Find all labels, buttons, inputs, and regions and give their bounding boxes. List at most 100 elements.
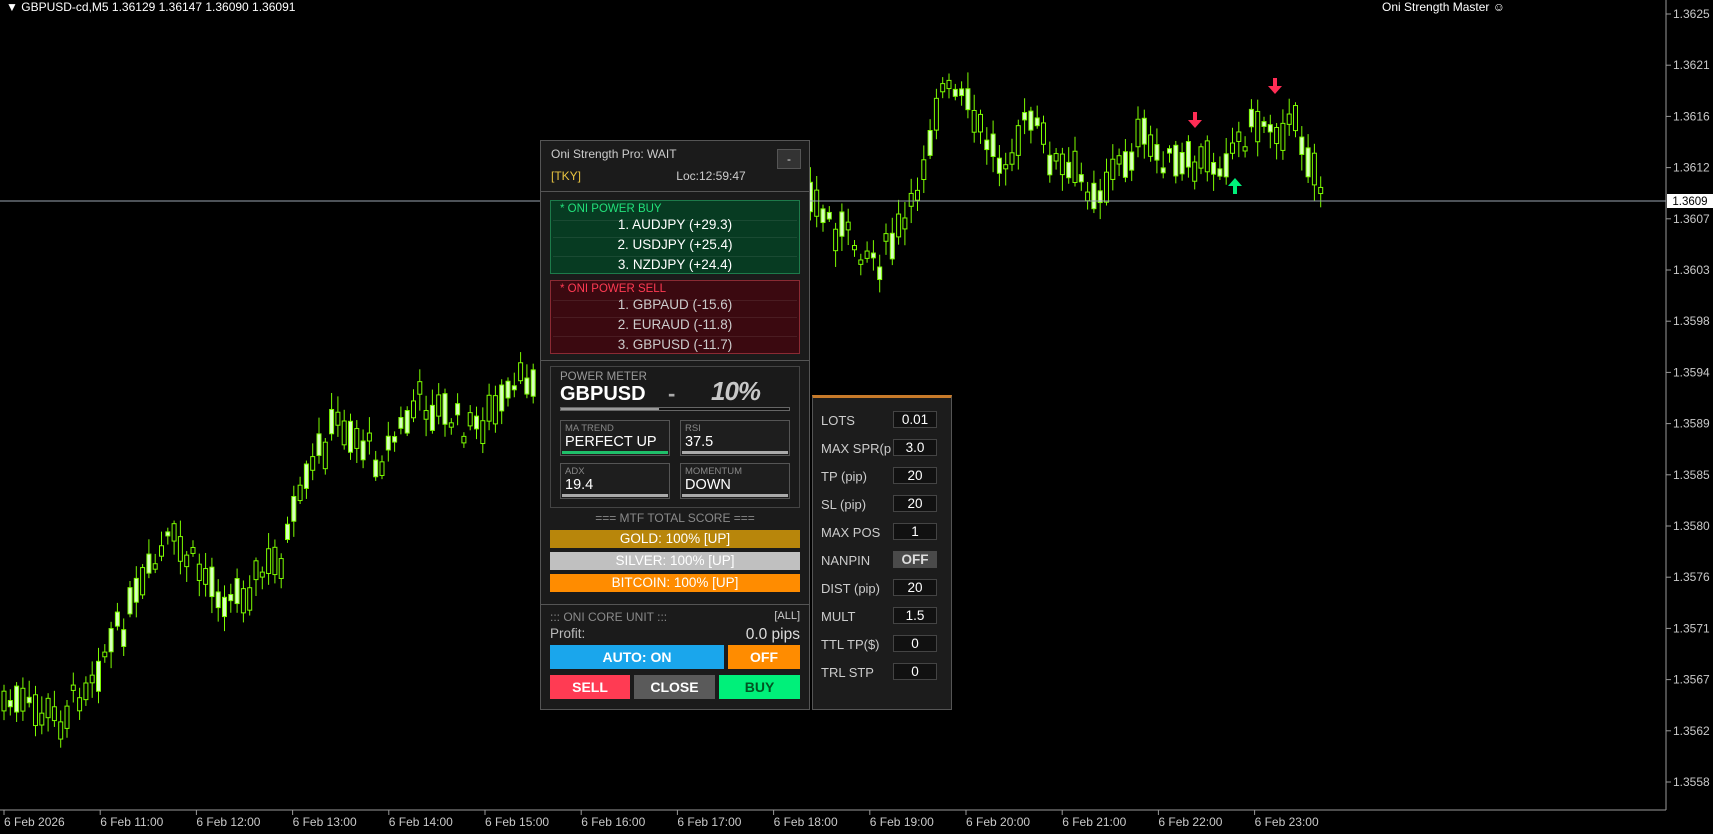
candle-body (417, 381, 423, 395)
candle-body (114, 611, 120, 627)
adx-value: 19.4 (565, 477, 594, 493)
candle-body (921, 159, 927, 181)
nanpin-toggle[interactable]: OFF (893, 551, 937, 568)
candle-body (1293, 105, 1298, 132)
momentum-box: MOMENTUM DOWN (680, 463, 790, 499)
chart-dropdown-icon[interactable]: ▼ (6, 0, 18, 14)
buy-button[interactable]: BUY (719, 675, 800, 699)
time-tick-label: 6 Feb 14:00 (389, 815, 453, 829)
candle-body (984, 139, 990, 151)
candle-body (870, 252, 876, 259)
core-unit-title: ::: ONI CORE UNIT ::: (550, 610, 668, 624)
price-tick-label: 1.3621 (1673, 58, 1710, 72)
candle-body (209, 566, 215, 598)
auto-off-button[interactable]: OFF (728, 645, 800, 669)
candle-body (814, 189, 820, 217)
price-tick-label: 1.3603 (1673, 263, 1710, 277)
current-price-text: 1.3609 (1672, 196, 1707, 208)
sell-arrow-icon (1268, 78, 1282, 94)
time-axis[interactable]: 6 Feb 2026 6 Feb 11:00 6 Feb 12:00 6 Feb 13… (3, 810, 1319, 829)
candle-body (423, 410, 429, 420)
candle-body (303, 463, 309, 489)
time-tick-label: 6 Feb 19:00 (870, 815, 934, 829)
candle-body (1318, 186, 1324, 195)
mtf-bitcoin-bar: BITCOIN: 100% [UP] (550, 574, 800, 592)
candle-body (297, 484, 303, 502)
candle-body (915, 189, 920, 201)
profit-value: 0.0 pips (745, 626, 800, 643)
candle-body (1248, 108, 1254, 128)
header-divider (541, 191, 809, 192)
ma-trend-box: MA TREND PERFECT UP (560, 420, 670, 456)
ea-name-label[interactable]: Oni Strength Master ☺ (1382, 0, 1505, 14)
rsi-underline (682, 451, 788, 454)
power-sell-item-1: 1. GBPAUD (-15.6) (617, 297, 733, 312)
time-tick-label: 6 Feb 21:00 (1062, 815, 1126, 829)
candle-body (1047, 154, 1053, 176)
price-tick-label: 1.3612 (1673, 161, 1710, 175)
auto-on-button[interactable]: AUTO: ON (550, 645, 724, 669)
max-pos-label: MAX POS (821, 525, 881, 540)
adx-label: ADX (565, 466, 585, 477)
time-tick-label: 6 Feb 15:00 (485, 815, 549, 829)
candle-body (291, 495, 297, 522)
trl-stp-input[interactable]: 0 (893, 663, 937, 680)
candle-body (348, 420, 353, 453)
tp-input[interactable]: 20 (893, 467, 937, 484)
candle-body (83, 682, 89, 701)
lots-input[interactable]: 0.01 (893, 411, 937, 428)
power-sell-title: * ONI POWER SELL (560, 283, 667, 295)
candle-body (1078, 174, 1084, 183)
candle-body (896, 213, 902, 238)
candle-body (39, 712, 45, 726)
setting-sl: SL (pip) 20 (821, 495, 945, 513)
candle-body (20, 687, 26, 712)
candle-body (1022, 112, 1028, 121)
candle-body (45, 697, 51, 719)
power-sell-item-2: 2. EURAUD (-11.8) (617, 317, 733, 332)
candle-body (366, 432, 372, 442)
trl-stp-label: TRL STP (821, 665, 874, 680)
session-label: [TKY] (551, 169, 582, 183)
candle-body (448, 422, 454, 428)
ma-trend-value: PERFECT UP (565, 434, 657, 450)
minimize-button[interactable]: - (777, 149, 801, 169)
candle-body (429, 404, 435, 431)
max-pos-input[interactable]: 1 (893, 523, 937, 540)
candle-body (234, 578, 240, 605)
setting-nanpin: NANPIN OFF (821, 551, 945, 569)
candle-body (247, 587, 253, 611)
time-tick-label: 6 Feb 17:00 (677, 815, 741, 829)
ttl-tp-input[interactable]: 0 (893, 635, 937, 652)
momentum-label: MOMENTUM (685, 466, 742, 477)
power-buy-title: * ONI POWER BUY (560, 203, 662, 215)
panel-title: Oni Strength Pro: WAIT (551, 147, 677, 161)
candle-body (285, 523, 290, 541)
price-axis[interactable]: 1.3625 1.3621 1.3616 1.3612 1.3607 1.3603 1.35… (1666, 7, 1710, 789)
candle-body (26, 696, 32, 704)
candle-body (474, 415, 479, 430)
close-button[interactable]: CLOSE (634, 675, 715, 699)
candle-body (839, 211, 845, 237)
section-divider (541, 360, 809, 361)
max-spread-input[interactable]: 3.0 (893, 439, 937, 456)
sell-button[interactable]: SELL (550, 675, 630, 699)
candle-body (240, 588, 246, 614)
candle-body (833, 228, 839, 252)
candle-body (108, 628, 114, 653)
candle-body (360, 440, 366, 461)
candle-body (883, 233, 889, 242)
candle-body (228, 594, 234, 602)
mult-input[interactable]: 1.5 (893, 607, 937, 624)
ma-trend-label: MA TREND (565, 423, 614, 434)
symbol-info-text: GBPUSD-cd,M5 1.36129 1.36147 1.36090 1.3… (21, 0, 296, 14)
rsi-value: 37.5 (685, 434, 714, 450)
all-scope-toggle[interactable]: [ALL] (774, 610, 800, 622)
candle-body (1255, 110, 1261, 143)
candle-body (946, 79, 952, 90)
dist-input[interactable]: 20 (893, 579, 937, 596)
candle-body (127, 587, 133, 615)
candle-body (530, 369, 536, 397)
current-price-label: 1.3609 (1667, 194, 1713, 208)
sl-input[interactable]: 20 (893, 495, 937, 512)
